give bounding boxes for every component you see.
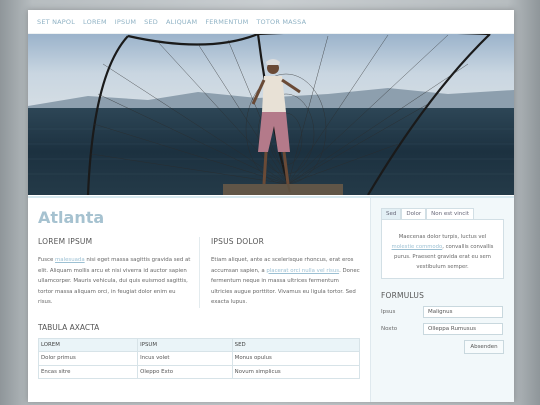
inline-link[interactable]: molestie commodo	[392, 244, 443, 250]
table-header-row: LOREM IPSUM SED	[37, 337, 361, 352]
tab-dolor[interactable]: Dolor	[401, 208, 427, 219]
noxto-input[interactable]	[423, 323, 503, 335]
column-lorem-ipsum: LOREM IPSUM Fusce malesuada nisi eget ma…	[38, 237, 199, 308]
table-cell: Oleppo Exto	[137, 364, 233, 379]
ipsus-input[interactable]	[423, 306, 503, 318]
form-row-noxto: Noxto	[381, 323, 504, 335]
table-cell: Monus opulus	[231, 351, 361, 366]
fisherman-photo	[28, 34, 514, 195]
table-header: SED	[231, 337, 361, 352]
table-title: TABULA AXACTA	[38, 322, 100, 332]
inline-link[interactable]: malesuada	[55, 257, 85, 263]
tab-panel: Maecenas dolor turpis, luctus vel molest…	[381, 219, 504, 279]
column-text: Etiam aliquet, ante ac scelerisque rhonc…	[211, 255, 360, 308]
tab-sed[interactable]: Sed	[381, 208, 402, 219]
nav-item-aliquam[interactable]: ALIQUAM	[166, 18, 197, 26]
nav-item-fermentum[interactable]: FERMENTUM	[205, 18, 248, 26]
hero-image	[28, 34, 514, 195]
top-navigation: SET NAPOL LOREM IPSUM SED ALIQUAM FERMEN…	[28, 10, 514, 34]
nav-item-totor-massa[interactable]: TOTOR MASSA	[256, 18, 306, 26]
sidebar: Sed Dolor Non est vincit Maecenas dolor …	[370, 198, 514, 402]
table-cell: Novum simplicus	[231, 364, 361, 379]
column-text: Fusce malesuada nisi eget massa sagittis…	[38, 255, 191, 308]
table-header: IPSUM	[137, 337, 233, 352]
form-heading: FORMULUS	[381, 291, 425, 300]
two-column-text: LOREM IPSUM Fusce malesuada nisi eget ma…	[38, 237, 360, 308]
table-row: Dolor primus Incus volet Monus opulus	[37, 351, 361, 366]
text-segment: Fusce	[38, 257, 56, 263]
text-segment: nisi eget massa sagittis gravida sed at …	[38, 257, 191, 305]
form-row-ipsus: Ipsus	[381, 306, 504, 318]
tab-non-est-vincit[interactable]: Non est vincit	[426, 208, 474, 219]
nav-item-lorem[interactable]: LOREM	[83, 18, 107, 26]
nav-item-set-napol[interactable]: SET NAPOL	[37, 18, 75, 26]
inline-link[interactable]: placerat orci nulla vel risus	[266, 268, 339, 274]
data-table: LOREM IPSUM SED Dolor primus Incus volet…	[37, 337, 361, 380]
field-label: Ipsus	[381, 309, 396, 315]
table-row: Encas sitre Oleppo Exto Novum simplicus	[37, 364, 361, 379]
content-area: Atlanta LOREM IPSUM Fusce malesuada nisi…	[28, 196, 514, 402]
column-heading: IPSUS DOLOR	[211, 237, 265, 246]
field-label: Noxto	[381, 326, 398, 332]
table-cell: Encas sitre	[37, 364, 139, 379]
page-container: SET NAPOL LOREM IPSUM SED ALIQUAM FERMEN…	[28, 10, 514, 402]
main-column: Atlanta LOREM IPSUM Fusce malesuada nisi…	[28, 198, 370, 402]
nav-item-ipsum[interactable]: IPSUM	[115, 18, 136, 26]
column-ipsus-dolor: IPSUS DOLOR Etiam aliquet, ante ac scele…	[199, 237, 360, 308]
text-segment: Maecenas dolor turpis, luctus vel	[398, 234, 487, 240]
table-cell: Incus volet	[137, 351, 233, 366]
table-cell: Dolor primus	[37, 351, 139, 366]
nav-item-sed[interactable]: SED	[144, 18, 158, 26]
table-header: LOREM	[37, 337, 139, 352]
tab-bar: Sed Dolor Non est vincit	[381, 208, 504, 219]
column-heading: LOREM IPSUM	[38, 237, 93, 246]
page-title: Atlanta	[38, 208, 105, 227]
submit-button[interactable]: Absenden	[464, 340, 504, 354]
